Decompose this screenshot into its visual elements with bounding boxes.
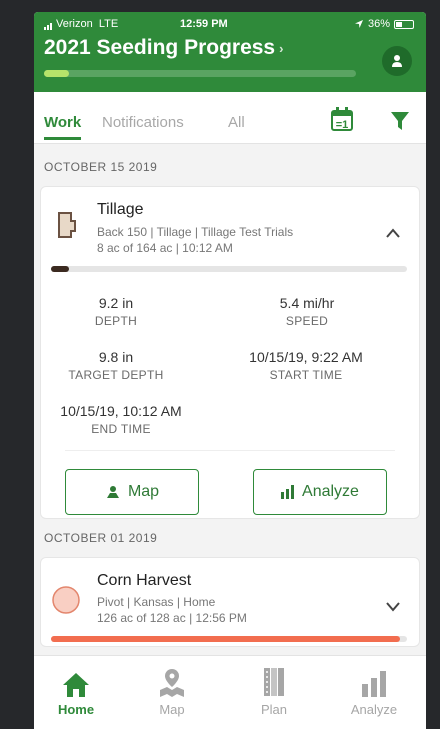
job-progress-bar [51, 636, 407, 642]
job-card-tillage[interactable]: Tillage Back 150 | Tillage | Tillage Tes… [40, 186, 420, 519]
tillage-icon [58, 212, 76, 238]
card-divider [65, 450, 395, 451]
status-right: 36% [354, 18, 414, 30]
tab-home[interactable]: Home [46, 666, 106, 717]
job-title: Tillage [97, 201, 144, 218]
section-date: OCTOBER 01 2019 [44, 531, 158, 545]
tab-notifications[interactable]: Notifications [102, 114, 184, 131]
person-pin-icon [106, 486, 119, 498]
filter-tabs: Work Notifications All =1 [34, 92, 426, 144]
app-header: Verizon LTE 12:59 PM 36% 2021 Seeding Pr… [34, 12, 426, 92]
season-progress-fill [44, 70, 69, 77]
map-icon [160, 669, 184, 697]
job-progress-bar [51, 266, 407, 272]
chevron-up-icon[interactable] [385, 227, 401, 239]
user-icon [392, 55, 402, 67]
metric-start-time: 10/15/19, 9:22 AM START TIME [249, 349, 363, 382]
harvest-circle-icon [52, 586, 80, 614]
chevron-down-icon[interactable] [385, 600, 401, 612]
status-carrier: Verizon LTE [44, 18, 118, 31]
metric-speed: 5.4 mi/hr SPEED [279, 295, 335, 328]
plan-icon [264, 668, 284, 696]
metric-target-depth: 9.8 in TARGET DEPTH [68, 349, 164, 382]
tab-all[interactable]: All [228, 114, 245, 131]
tab-analyze[interactable]: Analyze [344, 666, 404, 717]
status-bar: Verizon LTE 12:59 PM 36% [44, 18, 414, 31]
analyze-button[interactable]: Analyze [253, 469, 387, 515]
bottom-tab-bar: Home Map Plan Analyze [34, 655, 426, 729]
job-title: Corn Harvest [97, 572, 192, 589]
job-card-corn-harvest[interactable]: Corn Harvest Pivot | Kansas | Home 126 a… [40, 557, 420, 647]
season-progress-bar [44, 70, 356, 77]
chevron-right-icon: › [279, 40, 284, 56]
section-date: OCTOBER 15 2019 [44, 160, 158, 174]
job-summary: 126 ac of 128 ac | 12:56 PM [97, 611, 247, 625]
metric-depth: 9.2 in DEPTH [94, 295, 138, 328]
status-time: 12:59 PM [180, 18, 228, 30]
filter-icon[interactable] [390, 110, 410, 132]
phone-screen: Verizon LTE 12:59 PM 36% 2021 Seeding Pr… [34, 12, 426, 729]
job-progress-fill [51, 636, 400, 642]
job-details: Pivot | Kansas | Home [97, 595, 216, 609]
svg-text:=1: =1 [336, 119, 349, 131]
tab-work[interactable]: Work [44, 114, 82, 140]
home-icon [63, 673, 89, 697]
map-button[interactable]: Map [65, 469, 199, 515]
signal-icon [44, 18, 53, 31]
profile-button[interactable] [382, 46, 412, 76]
page-title[interactable]: 2021 Seeding Progress › [44, 36, 283, 60]
job-progress-fill [51, 266, 69, 272]
job-details: Back 150 | Tillage | Tillage Test Trials [97, 225, 294, 239]
tab-map[interactable]: Map [142, 666, 202, 717]
battery-percent: 36% [367, 18, 390, 30]
analyze-icon [362, 671, 386, 697]
metric-end-time: 10/15/19, 10:12 AM END TIME [60, 403, 182, 436]
job-summary: 8 ac of 164 ac | 10:12 AM [97, 241, 233, 255]
location-arrow-icon [354, 20, 363, 28]
calendar-icon[interactable]: =1 [330, 106, 354, 132]
battery-icon [394, 19, 414, 29]
tab-plan[interactable]: Plan [244, 666, 304, 717]
bar-chart-icon [281, 485, 295, 499]
